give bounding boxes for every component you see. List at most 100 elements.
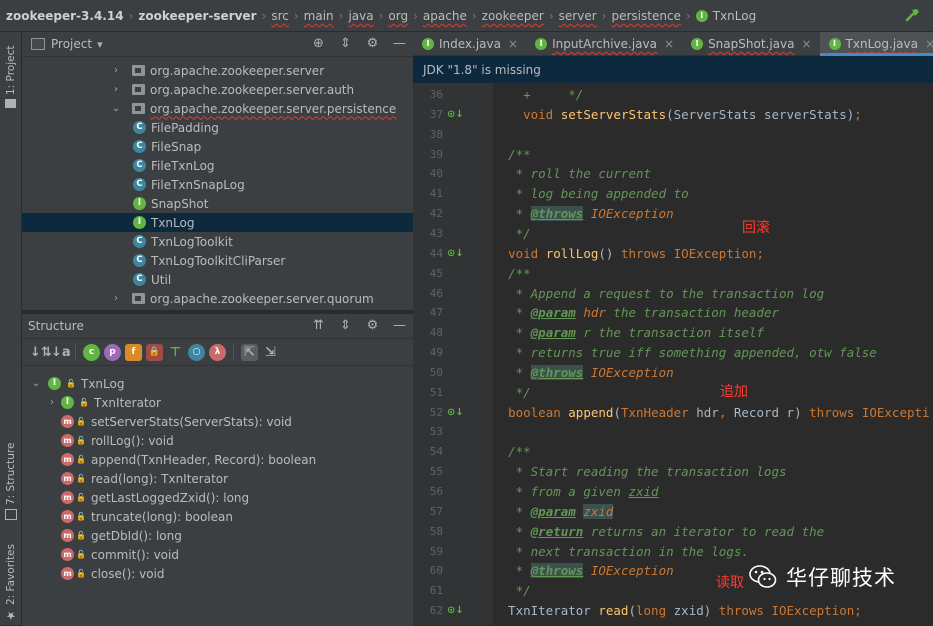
favorites-tool-tab[interactable]: ★ 2: Favorites: [2, 537, 20, 622]
project-tree-item[interactable]: C FileTxnSnapLog: [22, 175, 413, 194]
structure-toolbar: ↓⇅ ↓a c p f 🔒 ⊤ ○ λ ⇱ ⇲: [22, 339, 413, 366]
show-lambdas-icon[interactable]: ○: [188, 343, 205, 361]
chevron-right-icon[interactable]: ›: [110, 84, 122, 95]
project-tree-item[interactable]: C TxnLogToolkitCliParser: [22, 251, 413, 270]
chevron-down-icon[interactable]: ⌄: [30, 378, 42, 389]
public-icon: 🔓: [66, 379, 76, 388]
chevron-down-icon[interactable]: ▾: [97, 38, 103, 51]
structure-member-item[interactable]: › I 🔓 TxnIterator: [22, 393, 413, 412]
project-tree-item[interactable]: › org.apache.zookeeper.server: [22, 61, 413, 80]
breadcrumb-separator: ›: [128, 9, 134, 23]
code-line: * next transaction in the logs.: [493, 543, 749, 559]
line-number: 39: [429, 147, 443, 161]
structure-member-item[interactable]: m 🔓 setServerStats(ServerStats): void: [22, 412, 413, 431]
code-line: void setServerStats(ServerStats serverSt…: [523, 106, 862, 122]
breadcrumb-item[interactable]: main: [304, 9, 334, 23]
show-inherited-icon[interactable]: c: [83, 343, 100, 361]
project-tree-item[interactable]: ⌄ org.apache.zookeeper.server.persistence: [22, 99, 413, 118]
chevron-right-icon[interactable]: ›: [110, 65, 122, 76]
project-tree-item[interactable]: › org.apache.zookeeper.server.quorum: [22, 289, 413, 308]
structure-member-item[interactable]: m 🔓 append(TxnHeader, Record): boolean: [22, 450, 413, 469]
editor-tab[interactable]: I TxnLog.java ×: [819, 32, 933, 56]
project-panel-title[interactable]: Project: [51, 37, 92, 51]
autoscroll-from-source-icon[interactable]: ⇲: [262, 344, 279, 361]
build-hammer-icon[interactable]: [905, 7, 921, 23]
project-tree-item[interactable]: › org.apache.zookeeper.server.auth: [22, 80, 413, 99]
editor-tab[interactable]: I SnapShot.java ×: [682, 32, 819, 56]
structure-member-label: append(TxnHeader, Record): boolean: [91, 452, 317, 467]
breadcrumb-separator: ›: [413, 9, 418, 23]
breadcrumb-item[interactable]: persistence: [611, 9, 680, 23]
chevron-down-icon[interactable]: ⌄: [110, 103, 122, 114]
breadcrumb-separator: ›: [601, 9, 607, 23]
implementations-gutter-icon[interactable]: ⊙↓: [447, 601, 464, 621]
close-icon[interactable]: ×: [508, 37, 518, 51]
structure-member-item[interactable]: m 🔓 close(): void: [22, 564, 413, 583]
breadcrumb-item[interactable]: zookeeper: [482, 9, 544, 23]
gear-icon[interactable]: ⚙: [365, 36, 380, 51]
gear-icon[interactable]: ⚙: [365, 318, 380, 333]
structure-member-item[interactable]: m 🔓 truncate(long): boolean: [22, 507, 413, 526]
close-icon[interactable]: ×: [801, 37, 811, 51]
structure-tool-tab[interactable]: 7: Structure: [2, 440, 20, 520]
project-tool-tab[interactable]: 1: Project: [2, 38, 20, 108]
project-tree-item[interactable]: I SnapShot: [22, 194, 413, 213]
structure-member-item[interactable]: m 🔓 rollLog(): void: [22, 431, 413, 450]
editor-tab[interactable]: I InputArchive.java ×: [526, 32, 682, 56]
breadcrumb-item[interactable]: src: [271, 9, 289, 23]
close-icon[interactable]: ×: [925, 37, 933, 51]
structure-panel: Structure ⇈ ⇕ ⚙ — ↓⇅ ↓a c p f 🔒 ⊤ ○ λ ⇱ …: [22, 313, 413, 626]
implementations-gutter-icon[interactable]: ⊙↓: [447, 105, 464, 125]
breadcrumb-item[interactable]: server: [559, 9, 597, 23]
show-anonymous-icon[interactable]: ⊤: [167, 344, 184, 361]
collapse-all-icon[interactable]: ⇕: [338, 318, 353, 333]
structure-member-item[interactable]: m 🔓 getDbId(): long: [22, 526, 413, 545]
breadcrumb-item[interactable]: apache: [423, 9, 467, 23]
project-tree-item[interactable]: I TxnLog: [22, 213, 413, 232]
show-toplevel-icon[interactable]: λ: [209, 343, 226, 361]
implementations-gutter-icon[interactable]: ⊙↓: [447, 403, 464, 423]
line-number: 56: [429, 485, 443, 498]
sort-alpha-icon[interactable]: ↓a: [51, 344, 71, 361]
show-properties-icon[interactable]: p: [104, 343, 121, 361]
line-number: 46: [429, 286, 443, 300]
expand-all-icon[interactable]: ⇈: [311, 318, 326, 333]
project-tree-item[interactable]: C FilePadding: [22, 118, 413, 137]
collapse-all-icon[interactable]: ⇕: [338, 36, 353, 51]
breadcrumb-item[interactable]: java: [348, 9, 373, 23]
show-non-public-icon[interactable]: 🔒: [146, 343, 163, 361]
project-tree-item[interactable]: C Util: [22, 270, 413, 289]
chevron-right-icon[interactable]: ›: [46, 397, 58, 408]
annotation-read: 读取: [716, 575, 744, 591]
close-icon[interactable]: ×: [664, 37, 674, 51]
editor-tab[interactable]: I Index.java ×: [413, 32, 526, 56]
project-tree-item[interactable]: C FileSnap: [22, 137, 413, 156]
breadcrumb-item[interactable]: org: [388, 9, 408, 23]
minimize-icon[interactable]: —: [392, 36, 407, 51]
structure-member-item[interactable]: m 🔓 read(long): TxnIterator: [22, 469, 413, 488]
watermark: 华仔聊技术: [748, 562, 896, 592]
project-tree-item[interactable]: ›org.apache.zookeeper.server.quorum.auth: [22, 308, 413, 310]
code-line: * log being appended to: [493, 186, 689, 202]
chevron-right-icon[interactable]: ›: [110, 293, 122, 304]
breadcrumb-item[interactable]: zookeeper-3.4.14: [6, 9, 124, 23]
show-fields-icon[interactable]: f: [125, 343, 142, 361]
autoscroll-to-source-icon[interactable]: ⇱: [241, 343, 258, 361]
method-icon: m: [61, 453, 74, 466]
structure-member-item[interactable]: m 🔓 getLastLoggedZxid(): long: [22, 488, 413, 507]
project-tree-item[interactable]: C FileTxnLog: [22, 156, 413, 175]
method-icon: m: [61, 491, 74, 504]
watermark-text: 华仔聊技术: [786, 566, 896, 590]
project-tree-item[interactable]: C TxnLogToolkit: [22, 232, 413, 251]
structure-root-item[interactable]: ⌄ I 🔓 TxnLog: [22, 374, 413, 393]
implementations-gutter-icon[interactable]: ⊙↓: [447, 244, 464, 264]
jdk-missing-notification[interactable]: JDK "1.8" is missing: [413, 56, 933, 83]
structure-member-item[interactable]: m 🔓 commit(): void: [22, 545, 413, 564]
sort-by-visibility-icon[interactable]: ↓⇅: [30, 344, 52, 361]
breadcrumb-item[interactable]: zookeeper-server: [138, 9, 256, 23]
code-editor[interactable]: + */ void setServerStats(ServerStats ser…: [493, 83, 933, 625]
breadcrumb-item[interactable]: TxnLog: [713, 9, 756, 23]
locate-icon[interactable]: ⊕: [311, 36, 326, 51]
minimize-icon[interactable]: —: [392, 318, 407, 333]
code-line: /**: [508, 444, 531, 460]
